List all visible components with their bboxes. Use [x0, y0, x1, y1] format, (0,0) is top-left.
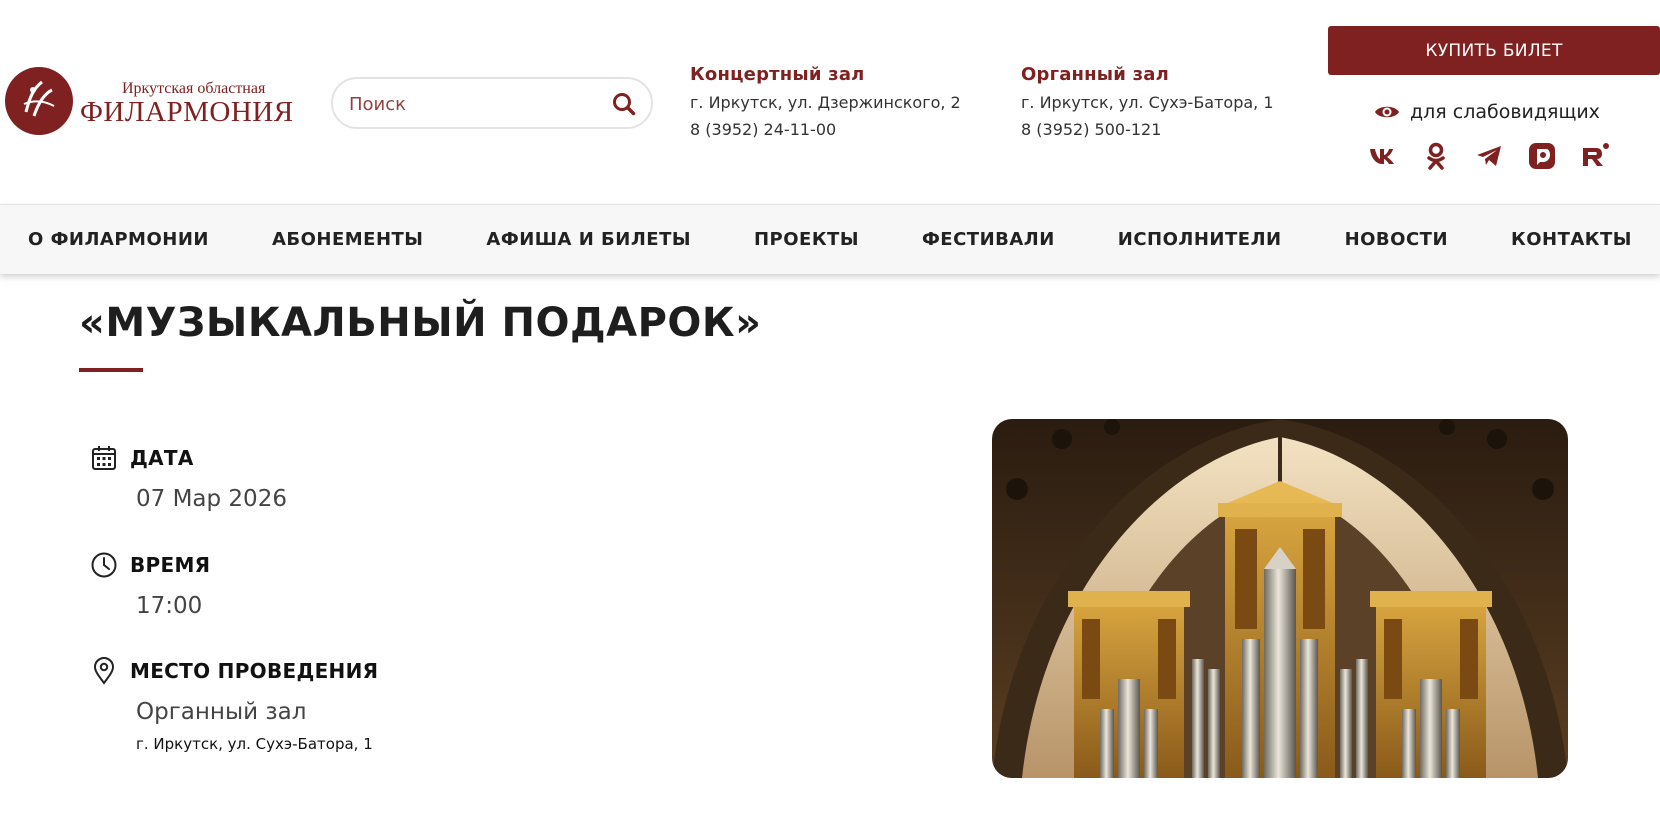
search-icon[interactable]: [611, 91, 637, 117]
venue-address: г. Иркутск, ул. Сухэ-Батора, 1: [1021, 93, 1274, 112]
time-label: ВРЕМЯ: [130, 553, 211, 577]
venue-concert-hall: Концертный зал г. Иркутск, ул. Дзержинск…: [690, 64, 961, 139]
nav-item-projects[interactable]: ПРОЕКТЫ: [754, 229, 859, 250]
date-label: ДАТА: [130, 446, 194, 470]
nav-item-festivals[interactable]: ФЕСТИВАЛИ: [922, 229, 1055, 250]
venue-phone[interactable]: 8 (3952) 24-11-00: [690, 120, 961, 139]
search-box: [331, 77, 653, 129]
clock-icon: [91, 552, 117, 578]
rutube-icon[interactable]: [1580, 141, 1610, 171]
visually-impaired-label: для слабовидящих: [1410, 101, 1600, 123]
nav-item-tickets[interactable]: АФИША И БИЛЕТЫ: [486, 229, 691, 250]
site-logo[interactable]: Иркутская областная ФИЛАРМОНИЯ: [4, 66, 294, 140]
nav-item-subscriptions[interactable]: АБОНЕМЕНТЫ: [272, 229, 424, 250]
visually-impaired-link[interactable]: для слабовидящих: [1374, 101, 1600, 123]
eye-icon: [1375, 106, 1399, 118]
telegram-icon[interactable]: [1474, 141, 1504, 171]
location-pin-icon: [93, 657, 115, 685]
venue-organ-hall: Органный зал г. Иркутск, ул. Сухэ-Батора…: [1021, 64, 1274, 139]
dzen-icon[interactable]: [1527, 141, 1557, 171]
date-value: 07 Мар 2026: [136, 486, 287, 512]
venue-address: г. Иркутск, ул. Дзержинского, 2: [690, 93, 961, 112]
main-navigation: О ФИЛАРМОНИИ АБОНЕМЕНТЫ АФИША И БИЛЕТЫ П…: [0, 204, 1660, 274]
odnoklassniki-icon[interactable]: [1421, 141, 1451, 171]
place-label: МЕСТО ПРОВЕДЕНИЯ: [130, 659, 379, 683]
event-date-block: ДАТА 07 Мар 2026: [90, 444, 287, 512]
calendar-icon: [92, 446, 116, 470]
logo-name: ФИЛАРМОНИЯ: [80, 96, 294, 128]
event-time-block: ВРЕМЯ 17:00: [90, 551, 210, 619]
search-input[interactable]: [349, 91, 599, 117]
nav-item-about[interactable]: О ФИЛАРМОНИИ: [28, 229, 209, 250]
nav-item-news[interactable]: НОВОСТИ: [1345, 229, 1448, 250]
philharmonic-emblem-icon: [5, 67, 73, 135]
event-place-block: МЕСТО ПРОВЕДЕНИЯ Органный зал г. Иркутск…: [90, 657, 378, 753]
title-underline: [79, 368, 143, 372]
time-value: 17:00: [136, 593, 203, 619]
venue-phone[interactable]: 8 (3952) 500-121: [1021, 120, 1274, 139]
buy-ticket-button[interactable]: КУПИТЬ БИЛЕТ: [1328, 26, 1660, 75]
social-links: [1368, 141, 1610, 171]
place-value[interactable]: Органный зал: [136, 699, 378, 725]
venue-name[interactable]: Концертный зал: [690, 64, 961, 85]
vk-icon[interactable]: [1368, 141, 1398, 171]
nav-item-contacts[interactable]: КОНТАКТЫ: [1511, 229, 1632, 250]
event-image-organ: [992, 419, 1568, 778]
venue-name[interactable]: Органный зал: [1021, 64, 1274, 85]
site-header: Иркутская областная ФИЛАРМОНИЯ Концертны…: [0, 0, 1660, 204]
place-address: г. Иркутск, ул. Сухэ-Батора, 1: [136, 735, 373, 753]
event-title: «МУЗЫКАЛЬНЫЙ ПОДАРОК»: [79, 300, 762, 346]
nav-item-performers[interactable]: ИСПОЛНИТЕЛИ: [1118, 229, 1282, 250]
